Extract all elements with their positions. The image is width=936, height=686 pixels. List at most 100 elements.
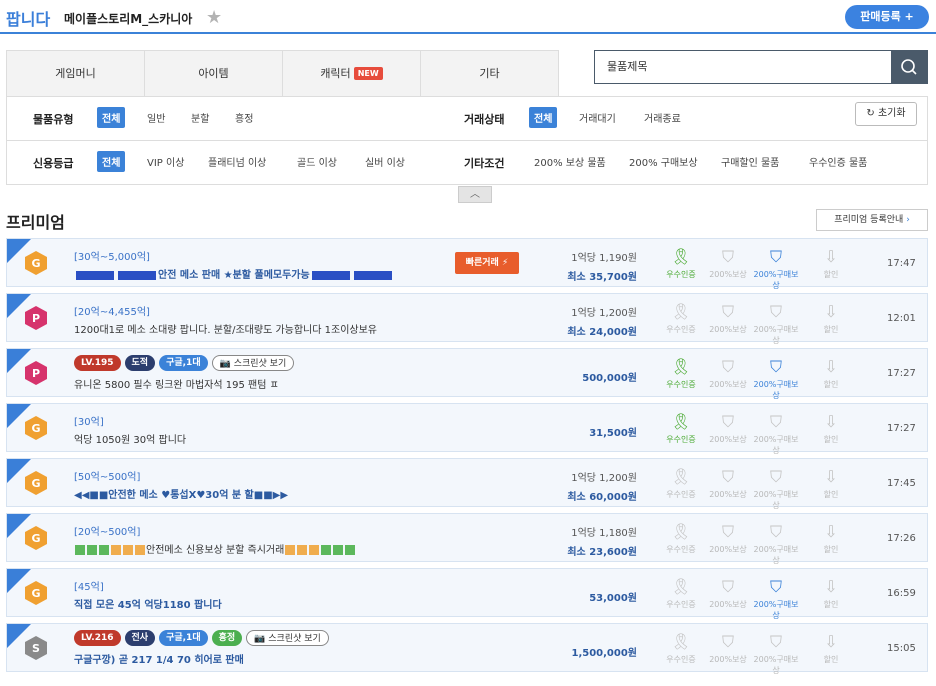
- other-discount[interactable]: 구매할인 물품: [716, 151, 784, 172]
- listing-time: 17:45: [887, 478, 916, 489]
- tab-etc[interactable]: 기타: [421, 51, 558, 96]
- item-type-negotiate[interactable]: 흥정: [230, 107, 258, 128]
- listing-quantity-range: [50억~500억]: [74, 472, 141, 483]
- search-button[interactable]: [891, 51, 927, 83]
- search-input[interactable]: 물품제목: [607, 51, 647, 83]
- item-type-label: 물품유형: [33, 113, 74, 126]
- chevron-up-icon: ︿: [470, 189, 480, 200]
- reset-label: 초기화: [877, 108, 906, 119]
- min-price: 최소 60,000원: [567, 492, 637, 503]
- tab-label: 캐릭터: [320, 67, 351, 80]
- collapse-filter-toggle[interactable]: ︿: [458, 186, 492, 203]
- listing-quantity-range: [20억~500억]: [74, 527, 141, 538]
- certified-badge: 🎗 우수인증: [657, 630, 705, 665]
- listing-title[interactable]: 안전메소 신용보상 분할 즉시거래: [74, 541, 356, 556]
- listing-title[interactable]: 직접 모은 45억 억당1180 팝니다: [74, 596, 222, 611]
- premium-section-title: 프리미엄: [6, 213, 65, 232]
- discount-badge: ⇩ 할인: [807, 410, 855, 445]
- certified-badge: 🎗 우수인증: [657, 410, 705, 445]
- shield-s-icon: ⛉: [769, 467, 782, 486]
- listing-row[interactable]: G [20억~500억] 안전메소 신용보상 분할 즉시거래 1억당 1,180원 최소…: [6, 513, 928, 565]
- comp200-badge: ⛉ 200%보상: [704, 355, 752, 390]
- tab-label: 아이템: [198, 67, 229, 80]
- trade-status-closed[interactable]: 거래종료: [639, 107, 686, 128]
- certified-badge: 🎗 우수인증: [657, 465, 705, 500]
- shield-plus-icon: ⛉: [721, 522, 734, 541]
- item-type-all[interactable]: 전체: [97, 107, 126, 128]
- unit-price: 1억당 1,200원: [571, 473, 637, 484]
- screenshot-button[interactable]: 📷 스크린샷 보기: [246, 630, 329, 646]
- ribbon-icon: 🎗: [670, 632, 692, 651]
- listing-row[interactable]: G [30억~5,000억] 안전 메소 판매 ★분할 풀메모두가능 빠른거래 ⚡ 1억…: [6, 238, 928, 290]
- listing-row[interactable]: P LV.195 도적 구글,1대 📷 스크린샷 보기 유니온 5800 필수 링크완 마…: [6, 348, 928, 400]
- trade-status-waiting[interactable]: 거래대기: [574, 107, 621, 128]
- other-comp200[interactable]: 200% 보상 물품: [529, 151, 611, 172]
- listing-time: 17:47: [887, 258, 916, 269]
- chevron-right-icon: ›: [906, 215, 910, 225]
- listing-time: 15:05: [887, 643, 916, 654]
- screenshot-button[interactable]: 📷 스크린샷 보기: [211, 355, 295, 371]
- character-tag: 흥정: [211, 630, 243, 646]
- category-tabs: 게임머니 아이템 캐릭터 NEW 기타: [6, 50, 559, 96]
- credit-all[interactable]: 전체: [97, 151, 126, 172]
- favorite-star-icon[interactable]: ★: [206, 7, 222, 28]
- other-certified[interactable]: 우수인증 물품: [804, 151, 872, 172]
- credit-vip[interactable]: VIP 이상: [142, 151, 189, 172]
- item-type-split[interactable]: 분할: [186, 107, 214, 128]
- other-buy200[interactable]: 200% 구매보상: [624, 151, 703, 172]
- fast-trade-button[interactable]: 빠른거래 ⚡: [455, 252, 519, 274]
- comp200-badge: ⛉ 200%보상: [704, 300, 752, 335]
- item-type-normal[interactable]: 일반: [142, 107, 170, 128]
- page-header: 팝니다 메이플스토리M_스카니아 ★ 판매등록 +: [0, 0, 936, 34]
- svg-text:G: G: [31, 422, 40, 435]
- register-sale-button[interactable]: 판매등록 +: [845, 5, 929, 29]
- trade-status-all[interactable]: 전체: [529, 107, 558, 128]
- percent-arrow-icon: ⇩: [824, 577, 838, 596]
- discount-badge: ⇩ 할인: [807, 245, 855, 280]
- shield-plus-icon: ⛉: [721, 632, 734, 651]
- listing-row[interactable]: P [20억~4,455억] 1200대1로 메소 소대량 팝니다. 분할/조대량도…: [6, 293, 928, 345]
- filter-row-type-status: 물품유형 전체 일반 분할 흥정 거래상태 전체 거래대기 거래종료: [6, 96, 928, 141]
- comp200-badge: ⛉ 200%보상: [704, 575, 752, 610]
- listing-row[interactable]: S LV.216 전사 구글,1대 흥정 📷 스크린샷 보기 구글구깡) 곧 217 1/4…: [6, 623, 928, 675]
- listing-title[interactable]: 구글구깡) 곧 217 1/4 70 히어로 판매: [74, 651, 244, 666]
- ribbon-icon: 🎗: [670, 577, 692, 596]
- listing-row[interactable]: G [50억~500억] ◀◀■■안전한 메소 ♥통섭X♥30억 분 할■■▶▶ 1억…: [6, 458, 928, 510]
- ribbon-icon: 🎗: [670, 522, 692, 541]
- discount-badge: ⇩ 할인: [807, 575, 855, 610]
- character-tag: 도적: [124, 355, 156, 371]
- tab-item[interactable]: 아이템: [145, 51, 283, 96]
- premium-guide-button[interactable]: 프리미엄 등록안내 ›: [816, 209, 928, 231]
- ribbon-icon: 🎗: [670, 302, 692, 321]
- listing-time: 17:26: [887, 533, 916, 544]
- discount-badge: ⇩ 할인: [807, 520, 855, 555]
- reset-button[interactable]: ↻ 초기화: [855, 102, 917, 126]
- certified-badge: 🎗 우수인증: [657, 355, 705, 390]
- listing-title[interactable]: 억당 1050원 30억 팝니다: [74, 431, 186, 446]
- credit-silver[interactable]: 실버 이상: [360, 151, 410, 172]
- svg-text:G: G: [31, 257, 40, 270]
- credit-platinum[interactable]: 플래티넘 이상: [203, 151, 271, 172]
- certified-badge: 🎗 우수인증: [657, 520, 705, 555]
- listing-title[interactable]: ◀◀■■안전한 메소 ♥통섭X♥30억 분 할■■▶▶: [74, 486, 288, 501]
- tab-game-money[interactable]: 게임머니: [7, 51, 145, 96]
- listing-title[interactable]: 1200대1로 메소 소대량 팝니다. 분할/조대량도 가능합니다 1조이상보유: [74, 321, 377, 336]
- credit-label: 신용등급: [33, 157, 74, 170]
- listing-row[interactable]: G [45억] 직접 모은 45억 억당1180 팝니다 53,000원 🎗 우수인증 ⛉ 2…: [6, 568, 928, 620]
- tab-character[interactable]: 캐릭터 NEW: [283, 51, 421, 96]
- unit-price: 1억당 1,190원: [571, 253, 637, 264]
- min-price: 최소 24,000원: [567, 327, 637, 338]
- seller-grade-icon: G: [25, 251, 47, 275]
- credit-gold[interactable]: 골드 이상: [292, 151, 342, 172]
- listing-time: 16:59: [887, 588, 916, 599]
- character-tag: 구글,1대: [159, 355, 208, 371]
- listing-quantity-range: [45억]: [74, 582, 104, 593]
- listing-row[interactable]: G [30억] 억당 1050원 30억 팝니다 31,500원 🎗 우수인증 ⛉ 200%보…: [6, 403, 928, 455]
- buy200-badge: ⛉ 200%구매보상: [753, 357, 799, 400]
- listing-title[interactable]: 안전 메소 판매 ★분할 풀메모두가능: [74, 266, 394, 281]
- character-tag: LV.195: [74, 355, 121, 371]
- game-server-name: 메이플스토리M_스카니아: [64, 12, 193, 26]
- certified-badge: 🎗 우수인증: [657, 575, 705, 610]
- tab-label: 게임머니: [55, 67, 96, 80]
- listing-title[interactable]: 유니온 5800 필수 링크완 마법자석 195 팬텀 ㅍ: [74, 376, 279, 391]
